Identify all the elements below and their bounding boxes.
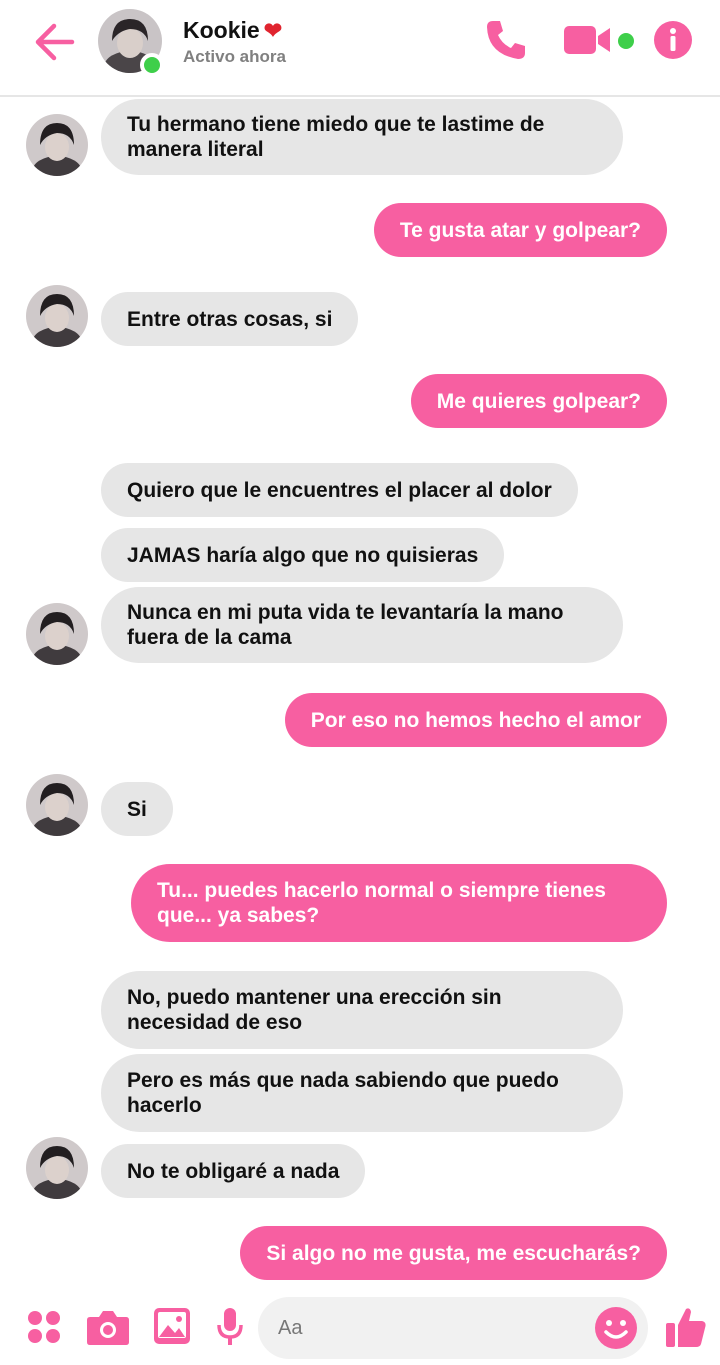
apps-icon[interactable] [26, 1309, 62, 1345]
thumbs-up-icon[interactable] [664, 1305, 708, 1349]
message-bubble-outgoing[interactable]: Tu... puedes hacerlo normal o siempre ti… [131, 864, 667, 942]
emoji-icon[interactable] [594, 1306, 638, 1350]
microphone-icon[interactable] [216, 1307, 244, 1347]
phone-call-icon[interactable] [484, 18, 528, 62]
video-active-indicator [618, 33, 634, 49]
sender-avatar[interactable] [26, 774, 88, 836]
message-bubble-incoming[interactable]: No te obligaré a nada [101, 1144, 366, 1198]
sender-avatar[interactable] [26, 603, 88, 665]
message-input[interactable] [278, 1297, 578, 1359]
message-bubble-incoming[interactable]: No, puedo mantener una erección sin nece… [101, 971, 623, 1049]
contact-name[interactable]: Kookie ❤ [183, 17, 282, 44]
info-icon[interactable] [654, 21, 692, 59]
contact-status: Activo ahora [183, 47, 286, 66]
sender-avatar[interactable] [26, 114, 88, 176]
message-bubble-incoming[interactable]: Quiero que le encuentres el placer al do… [101, 463, 578, 517]
back-arrow-icon[interactable] [32, 20, 80, 64]
message-bubble-incoming[interactable]: Nunca en mi puta vida te levantaría la m… [101, 587, 623, 663]
camera-icon[interactable] [86, 1307, 130, 1347]
message-bubble-outgoing[interactable]: Por eso no hemos hecho el amor [284, 693, 667, 747]
message-bubble-incoming[interactable]: Tu hermano tiene miedo que te lastime de… [101, 99, 623, 175]
message-composer [0, 1297, 720, 1365]
chat-header: Kookie ❤ Activo ahora [0, 0, 720, 97]
video-call-icon[interactable] [564, 24, 614, 56]
message-bubble-incoming[interactable]: Pero es más que nada sabiendo que puedo … [101, 1054, 623, 1132]
message-thread[interactable]: Tu hermano tiene miedo que te lastime de… [0, 97, 720, 1297]
message-bubble-outgoing[interactable]: Te gusta atar y golpear? [373, 203, 667, 257]
online-indicator [140, 53, 164, 77]
message-bubble-incoming[interactable]: Entre otras cosas, si [101, 292, 359, 346]
sender-avatar[interactable] [26, 1137, 88, 1199]
sender-avatar[interactable] [26, 285, 88, 347]
gallery-icon[interactable] [153, 1307, 191, 1345]
message-bubble-outgoing[interactable]: Si algo no me gusta, me escucharás? [240, 1226, 667, 1280]
heart-icon: ❤ [263, 18, 283, 43]
message-bubble-outgoing[interactable]: Me quieres golpear? [410, 374, 667, 428]
message-bubble-incoming[interactable]: Si [101, 782, 173, 836]
message-input-container[interactable] [258, 1297, 648, 1359]
message-bubble-incoming[interactable]: JAMAS haría algo que no quisieras [101, 528, 505, 582]
